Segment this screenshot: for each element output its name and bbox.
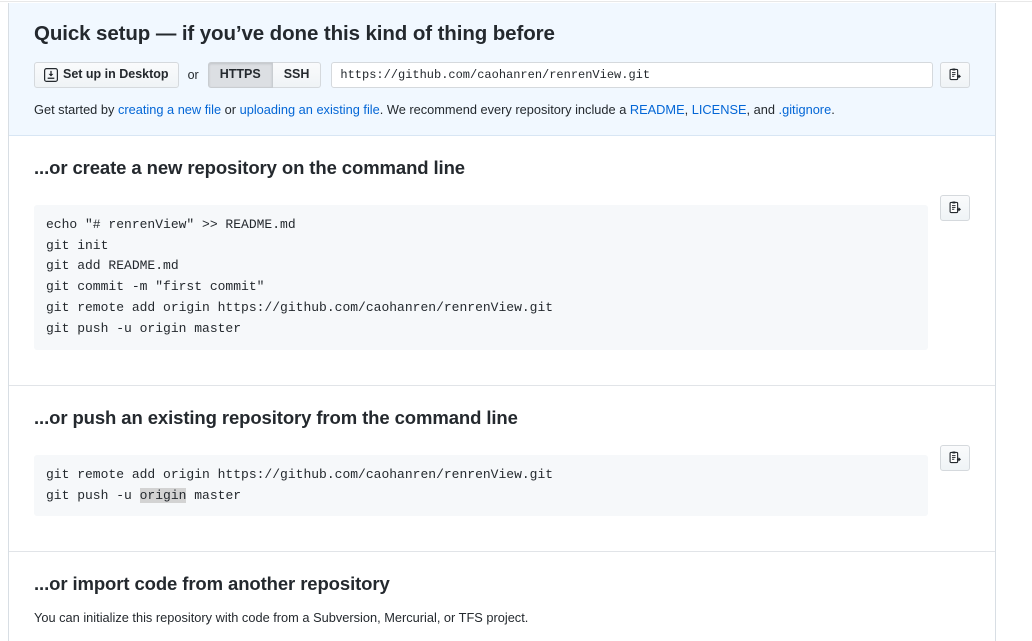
set-up-in-desktop-button[interactable]: Set up in Desktop xyxy=(34,61,179,88)
get-started-text: Get started by creating a new file or up… xyxy=(34,100,970,119)
create-repository-code-row: echo "# renrenView" >> README.md git ini… xyxy=(34,192,970,363)
create-repository-section: ...or create a new repository on the com… xyxy=(9,135,995,386)
page-top-edge xyxy=(0,0,1032,2)
setup-container: Quick setup — if you’ve done this kind o… xyxy=(8,3,996,641)
clone-url-input[interactable] xyxy=(331,61,933,88)
link-gitignore[interactable]: .gitignore xyxy=(779,102,832,117)
quick-setup-heading: Quick setup — if you’ve done this kind o… xyxy=(34,22,555,45)
import-code-description: You can initialize this repository with … xyxy=(34,610,529,626)
push-command-line-1: git remote add origin https://github.com… xyxy=(46,466,554,482)
create-repository-heading: ...or create a new repository on the com… xyxy=(34,156,465,178)
get-started-or: or xyxy=(221,101,240,117)
link-uploading-an-existing-file[interactable]: uploading an existing file xyxy=(240,102,380,117)
import-code-section: ...or import code from another repositor… xyxy=(9,552,995,641)
get-started-sep-1: , xyxy=(684,101,692,117)
get-started-sep-2: , and xyxy=(746,101,779,117)
repository-quick-setup-page: Quick setup — if you’ve done this kind o… xyxy=(0,0,1032,641)
push-command-line-2-after: master xyxy=(186,487,242,503)
clipboard-copy-icon xyxy=(948,201,962,215)
link-readme[interactable]: README xyxy=(630,102,685,117)
get-started-suffix: . xyxy=(831,101,835,117)
set-up-in-desktop-label: Set up in Desktop xyxy=(63,67,169,82)
quick-setup-section: Quick setup — if you’ve done this kind o… xyxy=(9,3,995,136)
push-repository-commands[interactable]: git remote add origin https://github.com… xyxy=(34,454,928,517)
copy-create-commands-button[interactable] xyxy=(940,194,970,221)
create-repository-commands[interactable]: echo "# renrenView" >> README.md git ini… xyxy=(34,204,928,350)
push-command-line-2-before: git push -u xyxy=(46,487,140,503)
protocol-toggle-group: HTTPS SSH xyxy=(207,61,322,88)
protocol-ssh-button[interactable]: SSH xyxy=(272,61,322,88)
protocol-https-button[interactable]: HTTPS xyxy=(207,61,273,88)
clone-url-wrapper xyxy=(331,61,970,88)
desktop-download-icon xyxy=(44,67,58,82)
link-license[interactable]: LICENSE xyxy=(692,102,747,117)
copy-clone-url-button[interactable] xyxy=(940,61,970,88)
push-command-selected-origin: origin xyxy=(139,487,187,503)
clone-url-row: Set up in Desktop or HTTPS SSH xyxy=(34,61,970,88)
import-code-heading: ...or import code from another repositor… xyxy=(34,573,390,595)
get-started-prefix: Get started by xyxy=(34,101,118,117)
push-repository-code-row: git remote add origin https://github.com… xyxy=(34,442,970,530)
clipboard-copy-icon xyxy=(948,68,962,82)
or-label: or xyxy=(187,67,199,82)
push-repository-heading: ...or push an existing repository from t… xyxy=(34,406,518,428)
get-started-middle: . We recommend every repository include … xyxy=(379,101,630,117)
push-repository-section: ...or push an existing repository from t… xyxy=(9,385,995,553)
copy-push-commands-button[interactable] xyxy=(940,444,970,471)
link-creating-a-new-file[interactable]: creating a new file xyxy=(118,102,221,117)
clipboard-copy-icon xyxy=(948,451,962,465)
